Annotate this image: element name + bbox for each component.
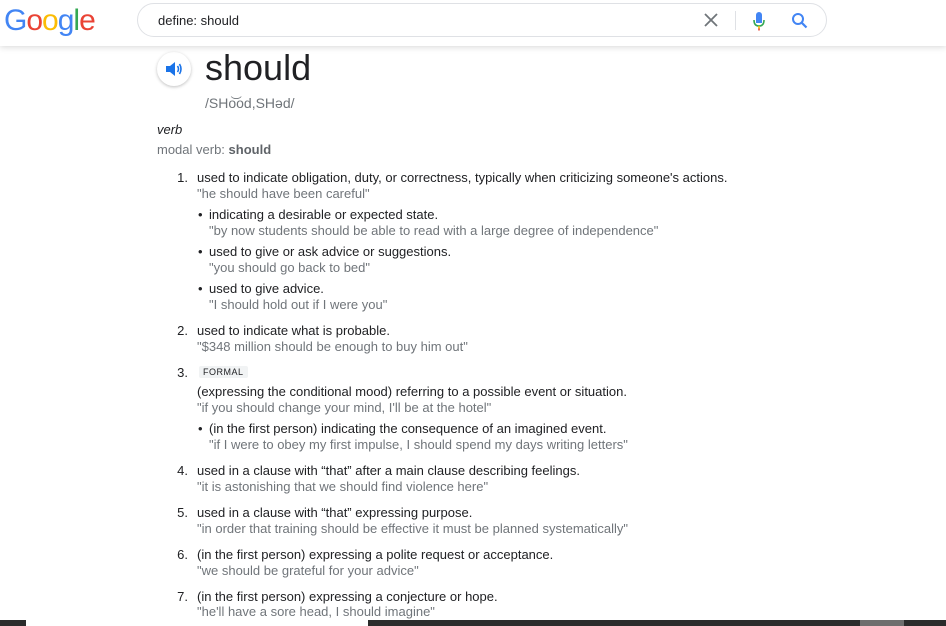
definition-example: "in order that training should be effect…	[197, 521, 628, 536]
definition-number: 1.	[177, 170, 188, 185]
scrollbar-segment	[860, 620, 904, 626]
definition-example: "$348 million should be enough to buy hi…	[197, 339, 468, 354]
definition-text: (in the first person) expressing a conje…	[197, 589, 498, 604]
definition-text: (in the first person) expressing a polit…	[197, 547, 554, 562]
phonetic: /SHo͝od,SHəd/	[205, 95, 295, 111]
bullet-icon: •	[198, 207, 203, 222]
search-input[interactable]: define: should	[158, 13, 239, 28]
subdefinition-example: "by now students should be able to read …	[209, 223, 659, 238]
close-icon[interactable]	[704, 13, 718, 27]
subdefinition-example: "if I were to obey my first impulse, I s…	[209, 437, 628, 452]
definition-number: 4.	[177, 463, 188, 478]
definition-example: "he should have been careful"	[197, 186, 370, 201]
search-box[interactable]: define: should	[137, 3, 827, 37]
definition-number: 2.	[177, 323, 188, 338]
horizontal-scrollbar[interactable]	[0, 620, 946, 626]
google-logo[interactable]: Google	[4, 4, 96, 38]
modal-word: should	[228, 142, 272, 157]
bullet-icon: •	[198, 421, 203, 436]
bullet-icon: •	[198, 281, 203, 296]
modal-verb-line: modal verb: should	[157, 142, 271, 157]
definition-number: 7.	[177, 589, 188, 604]
part-of-speech: verb	[157, 122, 183, 137]
definition-text: (expressing the conditional mood) referr…	[197, 384, 627, 399]
search-header: Google define: should	[0, 0, 946, 46]
definition-text: used in a clause with “that” after a mai…	[197, 463, 580, 478]
definition-example: "if you should change your mind, I'll be…	[197, 400, 492, 415]
definition-text: used to indicate obligation, duty, or co…	[197, 170, 728, 185]
definition-text: used in a clause with “that” expressing …	[197, 505, 473, 520]
definition-example: "we should be grateful for your advice"	[197, 563, 419, 578]
definition-example: "it is astonishing that we should find v…	[197, 479, 489, 494]
logo-letter: o	[42, 4, 59, 37]
subdefinition-text: indicating a desirable or expected state…	[209, 207, 439, 222]
definition-example: "he'll have a sore head, I should imagin…	[197, 604, 435, 619]
modal-label: modal verb:	[157, 142, 225, 157]
subdefinition-example: "you should go back to bed"	[209, 260, 371, 275]
logo-letter: e	[79, 4, 96, 37]
mic-icon[interactable]	[752, 11, 766, 31]
speaker-icon	[166, 62, 182, 76]
register-label: FORMAL	[199, 366, 248, 378]
logo-letter: g	[57, 4, 75, 37]
search-icon[interactable]	[791, 12, 808, 29]
divider	[735, 11, 736, 30]
subdefinition-text: (in the first person) indicating the con…	[209, 421, 607, 436]
subdefinition-text: used to give advice.	[209, 281, 324, 296]
bullet-icon: •	[198, 244, 203, 259]
headword: should	[205, 47, 312, 88]
scrollbar-thumb[interactable]	[26, 620, 368, 626]
definition-number: 3.	[177, 365, 188, 380]
subdefinition-example: "I should hold out if I were you"	[209, 297, 388, 312]
pronounce-button[interactable]	[157, 52, 191, 86]
definition-number: 6.	[177, 547, 188, 562]
definition-text: used to indicate what is probable.	[197, 323, 390, 338]
subdefinition-text: used to give or ask advice or suggestion…	[209, 244, 452, 259]
definition-number: 5.	[177, 505, 188, 520]
logo-letter: o	[26, 4, 43, 37]
logo-letter: G	[4, 4, 27, 37]
